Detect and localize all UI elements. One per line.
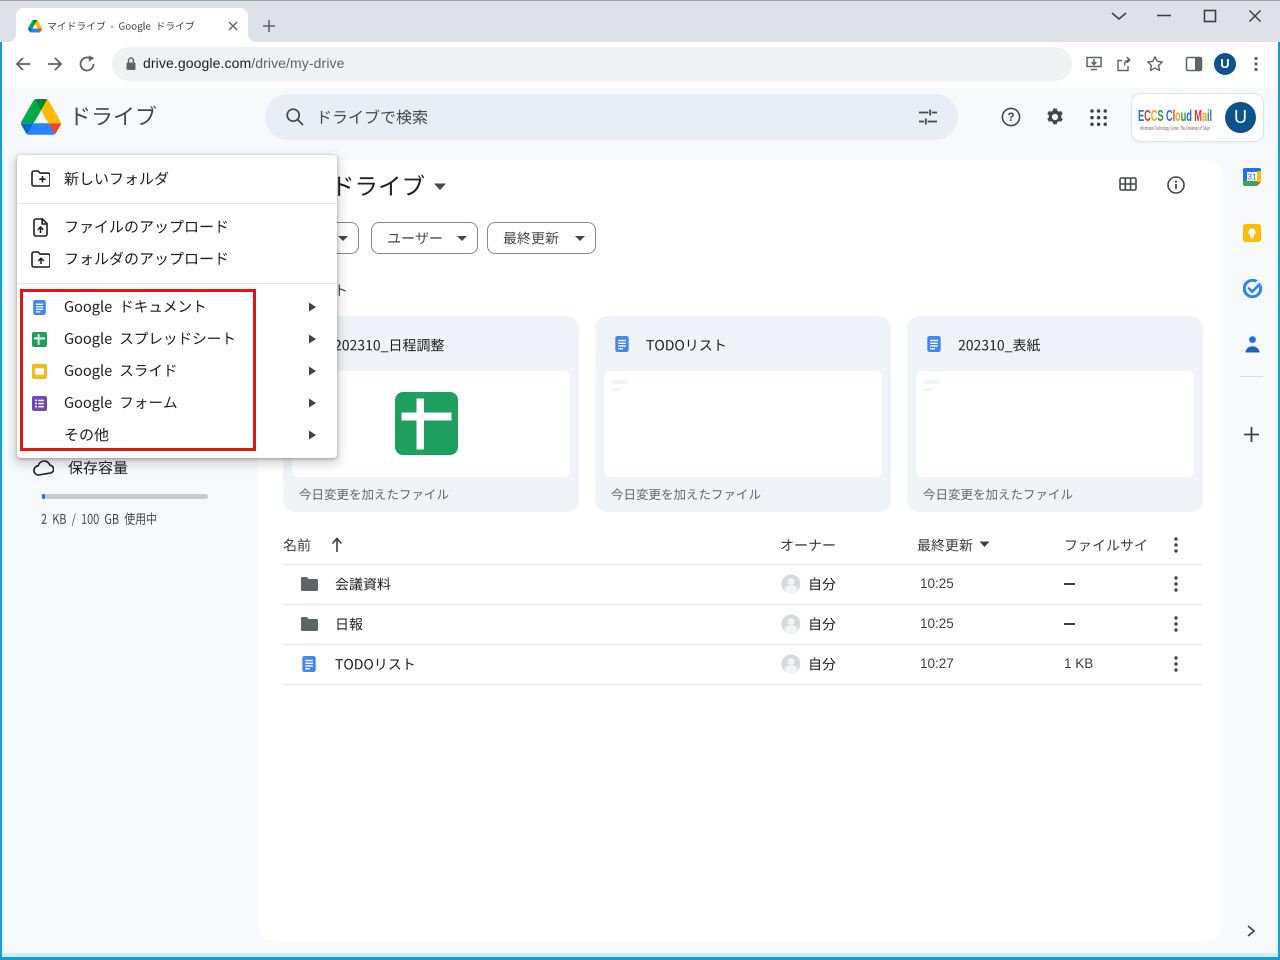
svg-text:?: ? <box>1007 112 1014 124</box>
svg-text:Information Technology Center,: Information Technology Center, The Unive… <box>1140 126 1210 132</box>
svg-text:31: 31 <box>1248 173 1257 182</box>
svg-text:ECCS Cloud Mail: ECCS Cloud Mail <box>1138 108 1212 125</box>
